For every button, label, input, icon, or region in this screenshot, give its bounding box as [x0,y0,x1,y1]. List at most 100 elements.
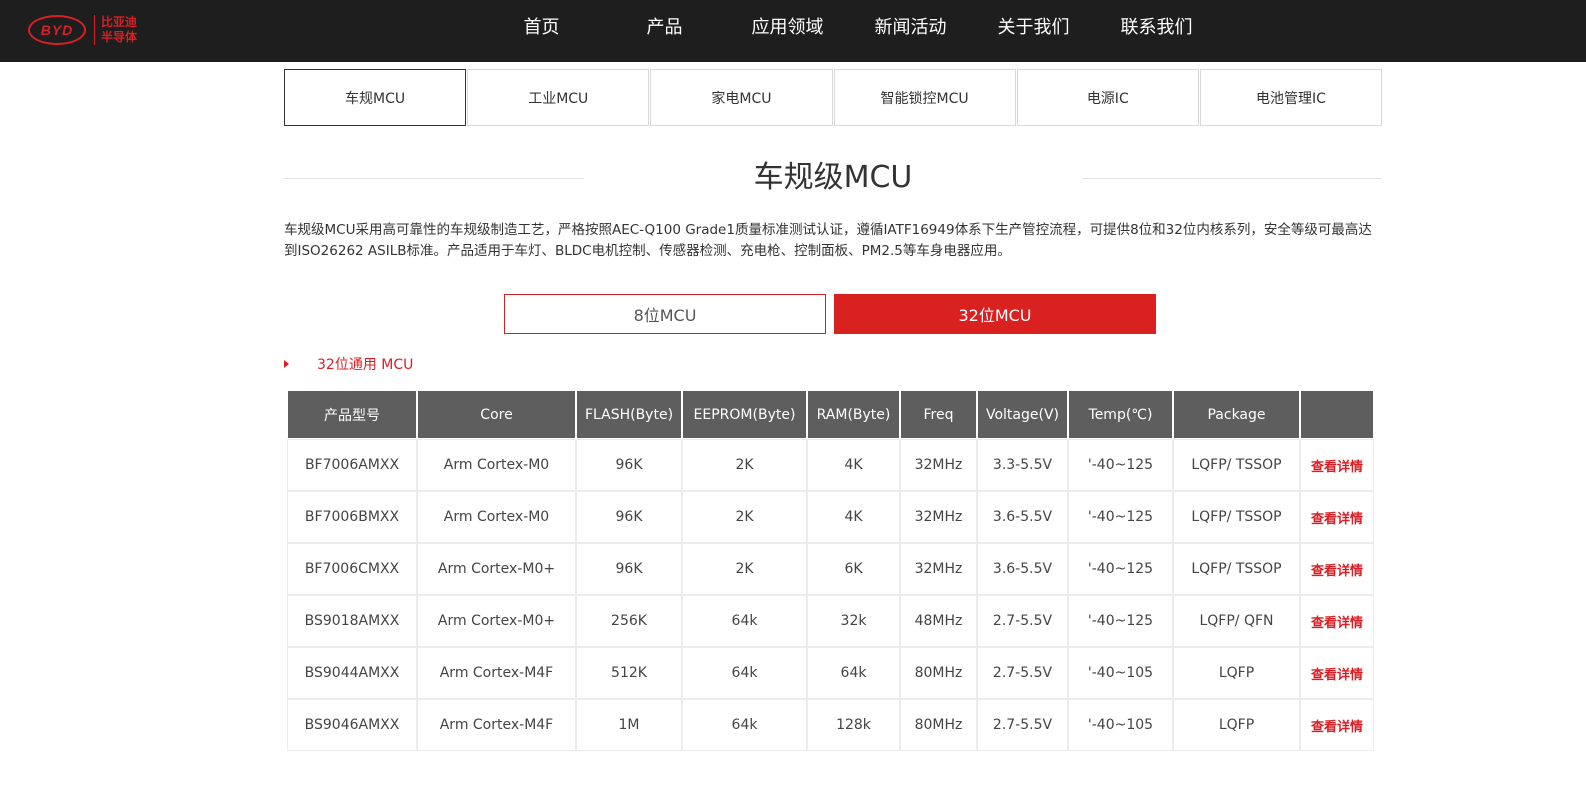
cell-eeprom: 64k [683,648,806,698]
tab-industrial-mcu[interactable]: 工业MCU [467,69,650,126]
cell-ram: 64k [808,648,899,698]
cell-flash: 1M [577,700,681,750]
col-header-freq: Freq [901,391,976,438]
cell-voltage: 3.6-5.5V [978,492,1067,542]
byd-logo[interactable]: BYD 比亚迪 半导体 [28,10,137,50]
table-row: BF7006AMXX Arm Cortex-M0 96K 2K 4K 32MHz… [288,440,1373,490]
cell-freq: 80MHz [901,700,976,750]
cell-model: BS9046AMXX [288,700,416,750]
cell-voltage: 3.3-5.5V [978,440,1067,490]
caret-right-icon [284,360,289,368]
view-details-link[interactable]: 查看详情 [1301,492,1373,542]
cell-core: Arm Cortex-M4F [418,700,575,750]
cell-temp: '-40~125 [1069,440,1172,490]
cell-model: BS9018AMXX [288,596,416,646]
cell-voltage: 2.7-5.5V [978,596,1067,646]
cell-core: Arm Cortex-M0+ [418,596,575,646]
nav-item-home[interactable]: 首页 [480,0,603,56]
nav-item-contact[interactable]: 联系我们 [1095,0,1218,56]
cell-ram: 4K [808,492,899,542]
cell-temp: '-40~105 [1069,648,1172,698]
table-row: BF7006BMXX Arm Cortex-M0 96K 2K 4K 32MHz… [288,492,1373,542]
col-header-temp: Temp(℃) [1069,391,1172,438]
cell-model: BF7006BMXX [288,492,416,542]
cell-package: LQFP/ TSSOP [1174,544,1299,594]
category-tabs: 车规MCU 工业MCU 家电MCU 智能锁控MCU 电源IC 电池管理IC [284,69,1383,126]
col-header-action [1301,391,1373,438]
cell-freq: 48MHz [901,596,976,646]
tab-smart-lock-mcu[interactable]: 智能锁控MCU [833,69,1016,126]
cell-package: LQFP/ QFN [1174,596,1299,646]
view-details-link[interactable]: 查看详情 [1301,440,1373,490]
cell-eeprom: 2K [683,440,806,490]
cell-core: Arm Cortex-M0+ [418,544,575,594]
cell-flash: 96K [577,544,681,594]
table-row: BS9046AMXX Arm Cortex-M4F 1M 64k 128k 80… [288,700,1373,750]
section-description: 车规级MCU采用高可靠性的车规级制造工艺，严格按照AEC-Q100 Grade1… [284,222,1372,259]
cell-eeprom: 64k [683,596,806,646]
nav-item-about[interactable]: 关于我们 [972,0,1095,56]
series-label: 32位通用 MCU [317,357,414,373]
table-header-row: 产品型号 Core FLASH(Byte) EEPROM(Byte) RAM(B… [288,391,1373,438]
cell-core: Arm Cortex-M4F [418,648,575,698]
top-navbar: BYD 比亚迪 半导体 首页 产品 应用领域 新闻活动 关于我们 联系我们 [0,0,1586,62]
table-row: BS9018AMXX Arm Cortex-M0+ 256K 64k 32k 4… [288,596,1373,646]
product-table: 产品型号 Core FLASH(Byte) EEPROM(Byte) RAM(B… [286,389,1375,752]
col-header-eeprom: EEPROM(Byte) [683,391,806,438]
cell-flash: 96K [577,492,681,542]
cell-flash: 512K [577,648,681,698]
logo-divider [94,15,95,45]
nav-item-applications[interactable]: 应用领域 [726,0,849,56]
logo-text: 比亚迪 半导体 [101,15,137,45]
cell-eeprom: 2K [683,544,806,594]
view-details-link[interactable]: 查看详情 [1301,648,1373,698]
view-details-link[interactable]: 查看详情 [1301,596,1373,646]
tab-battery-management-ic[interactable]: 电池管理IC [1199,69,1383,126]
cell-ram: 6K [808,544,899,594]
col-header-package: Package [1174,391,1299,438]
cell-voltage: 2.7-5.5V [978,648,1067,698]
toggle-32bit-mcu[interactable]: 32位MCU [834,294,1156,334]
view-details-link[interactable]: 查看详情 [1301,544,1373,594]
title-divider-right [1082,178,1382,179]
cell-ram: 4K [808,440,899,490]
cell-freq: 32MHz [901,544,976,594]
table-row: BS9044AMXX Arm Cortex-M4F 512K 64k 64k 8… [288,648,1373,698]
cell-package: LQFP/ TSSOP [1174,492,1299,542]
col-header-ram: RAM(Byte) [808,391,899,438]
toggle-8bit-mcu[interactable]: 8位MCU [504,294,826,334]
cell-package: LQFP [1174,648,1299,698]
tab-power-ic[interactable]: 电源IC [1016,69,1199,126]
cell-voltage: 2.7-5.5V [978,700,1067,750]
cell-temp: '-40~125 [1069,544,1172,594]
main-nav: 首页 产品 应用领域 新闻活动 关于我们 联系我们 [480,0,1218,62]
title-divider-left [284,178,584,179]
cell-model: BF7006AMXX [288,440,416,490]
logo-text-line2: 半导体 [101,30,138,44]
nav-item-news[interactable]: 新闻活动 [849,0,972,56]
cell-flash: 256K [577,596,681,646]
cell-temp: '-40~105 [1069,700,1172,750]
cell-temp: '-40~125 [1069,596,1172,646]
cell-freq: 32MHz [901,440,976,490]
table-row: BF7006CMXX Arm Cortex-M0+ 96K 2K 6K 32MH… [288,544,1373,594]
cell-voltage: 3.6-5.5V [978,544,1067,594]
cell-model: BS9044AMXX [288,648,416,698]
logo-text-line1: 比亚迪 [101,15,138,29]
cell-core: Arm Cortex-M0 [418,492,575,542]
cell-ram: 128k [808,700,899,750]
col-header-voltage: Voltage(V) [978,391,1067,438]
cell-model: BF7006CMXX [288,544,416,594]
tab-automotive-mcu[interactable]: 车规MCU [284,69,467,126]
view-details-link[interactable]: 查看详情 [1301,700,1373,750]
cell-package: LQFP [1174,700,1299,750]
nav-item-products[interactable]: 产品 [603,0,726,56]
cell-freq: 32MHz [901,492,976,542]
cell-package: LQFP/ TSSOP [1174,440,1299,490]
section-title: 车规级MCU [753,160,913,195]
cell-eeprom: 2K [683,492,806,542]
tab-appliance-mcu[interactable]: 家电MCU [650,69,833,126]
cell-flash: 96K [577,440,681,490]
cell-freq: 80MHz [901,648,976,698]
col-header-flash: FLASH(Byte) [577,391,681,438]
